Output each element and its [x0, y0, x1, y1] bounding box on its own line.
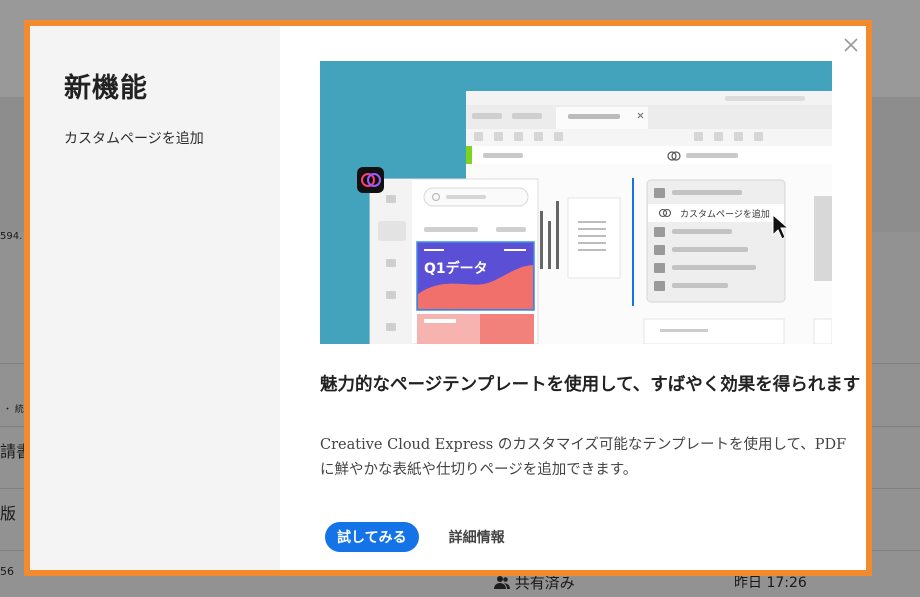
close-icon: [844, 38, 858, 52]
whats-new-dialog: 新機能 カスタムページを追加 カスタムページを追加 Q1データ 魅力的なページテ…: [24, 20, 872, 576]
close-button[interactable]: [840, 34, 862, 56]
illustration-card-title: Q1データ: [424, 260, 488, 277]
dialog-body: 新機能 カスタムページを追加 カスタムページを追加 Q1データ 魅力的なページテ…: [30, 26, 866, 570]
illustration-menu-label: カスタムページを追加: [680, 208, 770, 220]
dialog-actions: 試してみる 詳細情報: [325, 522, 505, 552]
dialog-title: 新機能: [64, 73, 148, 104]
dialog-content: カスタムページを追加 Q1データ 魅力的なページテンプレートを使用して、すばやく…: [280, 26, 866, 570]
feature-headline: 魅力的なページテンプレートを使用して、すばやく効果を得られます: [320, 375, 861, 395]
dialog-sidebar: 新機能 カスタムページを追加: [30, 26, 280, 570]
feature-description: Creative Cloud Express のカスタマイズ可能なテンプレートを…: [320, 437, 847, 478]
learn-more-button[interactable]: 詳細情報: [449, 522, 505, 552]
feature-illustration: カスタムページを追加 Q1データ: [320, 61, 832, 344]
try-it-button[interactable]: 試してみる: [325, 522, 419, 552]
sidebar-item-add-custom-page[interactable]: カスタムページを追加: [64, 128, 280, 148]
